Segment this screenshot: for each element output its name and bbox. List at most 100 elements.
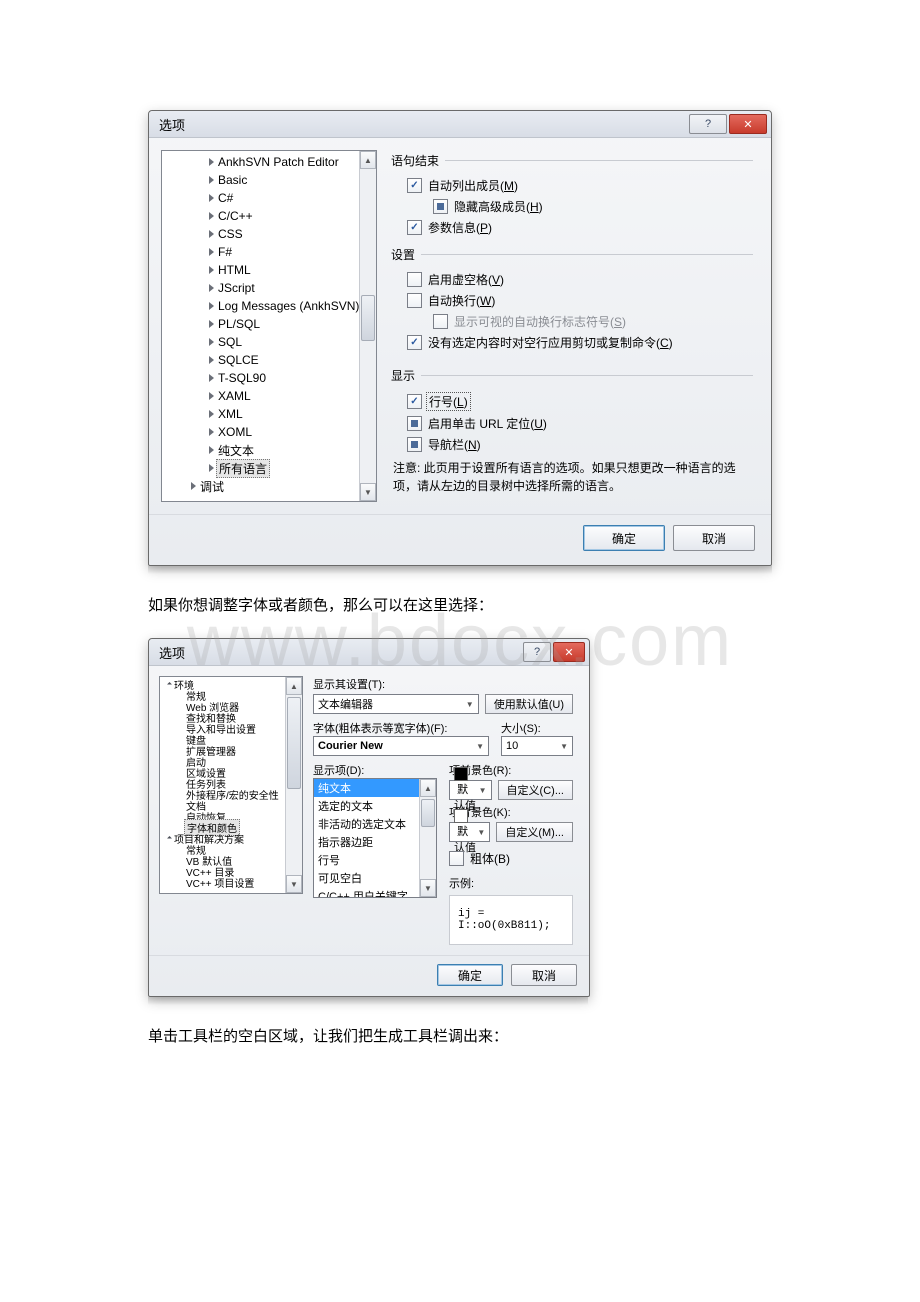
- paramInfo-checkbox[interactable]: [407, 220, 422, 235]
- tree-item[interactable]: C/C++: [162, 207, 376, 225]
- scroll-down-button[interactable]: ▼: [286, 875, 302, 893]
- scroll-thumb[interactable]: [361, 295, 375, 341]
- tree-item[interactable]: C#: [162, 189, 376, 207]
- expand-icon[interactable]: [167, 836, 172, 841]
- tree-item[interactable]: Log Messages (AnkhSVN): [162, 297, 376, 315]
- expand-icon[interactable]: [209, 446, 214, 454]
- tree-item[interactable]: XML: [162, 405, 376, 423]
- item-bg-combo[interactable]: 默认值▼: [449, 822, 490, 842]
- tree-item[interactable]: 扩展管理器: [160, 745, 302, 756]
- bold-checkbox[interactable]: [449, 851, 464, 866]
- expand-icon[interactable]: [209, 428, 214, 436]
- cancel-button[interactable]: 取消: [673, 525, 755, 551]
- tree-item[interactable]: 外接程序/宏的安全性: [160, 789, 302, 800]
- use-defaults-button[interactable]: 使用默认值(U): [485, 694, 573, 714]
- cancel-button[interactable]: 取消: [511, 964, 577, 986]
- category-tree[interactable]: AnkhSVN Patch EditorBasicC# C/C++ CSS F#HTM…: [161, 150, 377, 502]
- tree-item-label: CSS: [218, 227, 243, 241]
- list-item[interactable]: 行号: [314, 851, 436, 869]
- expand-icon[interactable]: [209, 410, 214, 418]
- expand-icon[interactable]: [209, 176, 214, 184]
- scroll-up-button[interactable]: ▲: [420, 779, 436, 797]
- expand-icon[interactable]: [209, 248, 214, 256]
- list-item[interactable]: 选定的文本: [314, 797, 436, 815]
- help-button[interactable]: ?: [523, 642, 551, 662]
- expand-icon[interactable]: [167, 682, 172, 687]
- tree-item[interactable]: SQLCE: [162, 351, 376, 369]
- tree-item[interactable]: XAML: [162, 387, 376, 405]
- list-item[interactable]: 非活动的选定文本: [314, 815, 436, 833]
- expand-icon[interactable]: [209, 212, 214, 220]
- tree-scrollbar[interactable]: ▲ ▼: [285, 677, 302, 893]
- list-scrollbar[interactable]: ▲ ▼: [419, 779, 436, 897]
- close-button[interactable]: ✕: [553, 642, 585, 662]
- expand-icon[interactable]: [191, 482, 196, 490]
- item-fg-combo[interactable]: 默认值▼: [449, 780, 492, 800]
- ok-button[interactable]: 确定: [437, 964, 503, 986]
- tree-scrollbar[interactable]: ▲ ▼: [359, 151, 376, 501]
- tree-item[interactable]: JScript: [162, 279, 376, 297]
- tree-item[interactable]: HTML: [162, 261, 376, 279]
- list-item[interactable]: 可见空白: [314, 869, 436, 887]
- tree-item[interactable]: CSS: [162, 225, 376, 243]
- tree-item[interactable]: 调试: [162, 477, 376, 495]
- custom-bg-button[interactable]: 自定义(M)...: [496, 822, 573, 842]
- expand-icon[interactable]: [209, 320, 214, 328]
- cutCopyBlank-label: 没有选定内容时对空行应用剪切或复制命令(C): [428, 334, 673, 351]
- tree-item[interactable]: SQL: [162, 333, 376, 351]
- expand-icon[interactable]: [209, 356, 214, 364]
- custom-fg-button[interactable]: 自定义(C)...: [498, 780, 573, 800]
- expand-icon[interactable]: [209, 230, 214, 238]
- expand-icon[interactable]: [209, 338, 214, 346]
- cutCopyBlank-checkbox[interactable]: [407, 335, 422, 350]
- navBar-checkbox[interactable]: [407, 437, 422, 452]
- scroll-thumb[interactable]: [287, 697, 301, 789]
- showGlyphs-checkbox[interactable]: [433, 314, 448, 329]
- help-button[interactable]: ?: [689, 114, 727, 134]
- tree-item[interactable]: 区域设置: [160, 767, 302, 778]
- hideAdvanced-checkbox[interactable]: [433, 199, 448, 214]
- expand-icon[interactable]: [209, 374, 214, 382]
- tree-item[interactable]: 导入和导出设置: [160, 723, 302, 734]
- expand-icon[interactable]: [209, 158, 214, 166]
- tree-item[interactable]: Basic: [162, 171, 376, 189]
- show-settings-combo[interactable]: 文本编辑器▼: [313, 694, 479, 714]
- tree-item[interactable]: F#: [162, 243, 376, 261]
- tree-item[interactable]: T-SQL90: [162, 369, 376, 387]
- autoListMembers-checkbox[interactable]: [407, 178, 422, 193]
- ok-button[interactable]: 确定: [583, 525, 665, 551]
- expand-icon[interactable]: [209, 194, 214, 202]
- tree-item[interactable]: 纯文本: [162, 441, 376, 459]
- expand-icon[interactable]: [209, 464, 214, 472]
- tree-item[interactable]: 所有语言: [162, 459, 376, 477]
- tree-item[interactable]: VC++ 项目设置: [160, 877, 302, 888]
- tree-item[interactable]: XOML: [162, 423, 376, 441]
- scroll-down-button[interactable]: ▼: [360, 483, 376, 501]
- tree-item-label: T-SQL90: [218, 371, 266, 385]
- close-button[interactable]: ✕: [729, 114, 767, 134]
- list-item[interactable]: 纯文本: [314, 779, 436, 797]
- virtualSpace-checkbox[interactable]: [407, 272, 422, 287]
- singleClickUrl-checkbox[interactable]: [407, 416, 422, 431]
- tree-item-label: C/C++: [218, 209, 253, 223]
- expand-icon[interactable]: [209, 284, 214, 292]
- lineNumbers-checkbox[interactable]: [407, 394, 422, 409]
- tree-item[interactable]: 环境: [160, 679, 302, 690]
- expand-icon[interactable]: [209, 392, 214, 400]
- expand-icon[interactable]: [209, 266, 214, 274]
- tree-item[interactable]: PL/SQL: [162, 315, 376, 333]
- size-combo[interactable]: 10▼: [501, 736, 573, 756]
- tree-item[interactable]: AnkhSVN Patch Editor: [162, 153, 376, 171]
- list-item[interactable]: C/C++ 用户关键字: [314, 887, 436, 898]
- scroll-thumb[interactable]: [421, 799, 435, 827]
- scroll-down-button[interactable]: ▼: [420, 879, 436, 897]
- list-item[interactable]: 指示器边距: [314, 833, 436, 851]
- scroll-up-button[interactable]: ▲: [360, 151, 376, 169]
- font-combo[interactable]: Courier New▼: [313, 736, 489, 756]
- wordWrap-checkbox[interactable]: [407, 293, 422, 308]
- expand-icon[interactable]: [209, 302, 214, 310]
- scroll-up-button[interactable]: ▲: [286, 677, 302, 695]
- category-tree[interactable]: 环境常规Web 浏览器查找和替换导入和导出设置键盘扩展管理器启动区域设置任务列表…: [159, 676, 303, 894]
- tree-item[interactable]: 项目和解决方案: [160, 833, 302, 844]
- display-items-list[interactable]: 纯文本选定的文本非活动的选定文本指示器边距行号可见空白C/C++ 用户关键字CS…: [313, 778, 437, 898]
